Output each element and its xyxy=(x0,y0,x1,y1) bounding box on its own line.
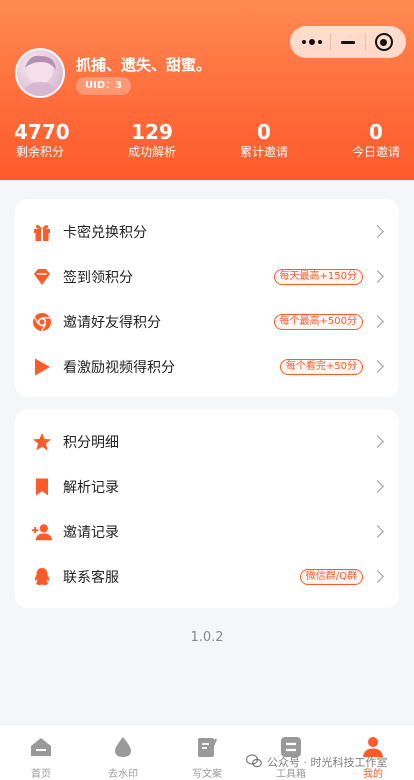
tab-home[interactable]: 首页 xyxy=(0,725,82,780)
stat-value: 0 xyxy=(257,120,271,144)
minimize-button[interactable] xyxy=(333,28,363,56)
menu-item-redeem-code[interactable]: 卡密兑换积分 xyxy=(15,209,399,254)
stat-today-invites[interactable]: 0 今日邀请 xyxy=(344,120,408,160)
stat-value: 4770 xyxy=(14,120,70,144)
reward-tag: 每个最高+500分 xyxy=(273,313,363,330)
stat-value: 129 xyxy=(131,120,173,144)
chevron-right-icon xyxy=(371,315,384,328)
stat-successful-parses[interactable]: 129 成功解析 xyxy=(120,120,184,160)
stat-value: 0 xyxy=(369,120,383,144)
close-button[interactable] xyxy=(369,28,399,56)
bookmark-icon xyxy=(31,476,53,498)
home-icon xyxy=(29,735,53,759)
watermark-text: 公众号 · 时光科技工作室 xyxy=(267,756,388,769)
menu-item-label: 签到领积分 xyxy=(63,269,133,286)
edit-icon xyxy=(195,735,219,759)
stat-label: 累计邀请 xyxy=(239,145,288,159)
chevron-right-icon xyxy=(371,480,384,493)
stat-label: 成功解析 xyxy=(127,145,176,159)
tab-label: 去水印 xyxy=(108,769,138,780)
tab-remove-watermark[interactable]: 去水印 xyxy=(82,725,164,780)
menu-item-label: 邀请记录 xyxy=(63,524,119,541)
chevron-right-icon xyxy=(371,570,384,583)
miniprogram-capsule xyxy=(290,26,406,58)
wechat-icon xyxy=(245,753,262,771)
menu-item-label: 看激励视频得积分 xyxy=(63,359,175,376)
menu-item-points-detail[interactable]: 积分明细 xyxy=(15,419,399,464)
records-menu-card: 积分明细 解析记录 邀请记录 联系客服 微信群/Q群 xyxy=(15,409,399,608)
more-dots-icon xyxy=(302,39,323,45)
wechat-watermark: 公众号 · 时光科技工作室 xyxy=(245,753,388,771)
points-menu-card: 卡密兑换积分 签到领积分 每天最高+150分 邀请好友得积分 每个最高+500分 xyxy=(15,199,399,397)
gift-icon xyxy=(31,221,53,243)
menu-item-parse-history[interactable]: 解析记录 xyxy=(15,464,399,509)
play-icon xyxy=(31,356,53,378)
capsule-divider xyxy=(365,33,367,51)
reward-tag: 每天最高+150分 xyxy=(273,268,363,285)
qq-icon xyxy=(31,566,53,588)
menu-item-label: 联系客服 xyxy=(63,569,119,586)
menu-item-watch-video[interactable]: 看激励视频得积分 每个看完+50分 xyxy=(15,344,399,389)
chevron-right-icon xyxy=(371,525,384,538)
user-name: 抓捕、遗失、甜蜜。 xyxy=(76,56,212,74)
stat-label: 今日邀请 xyxy=(351,145,400,159)
reward-tag: 每个看完+50分 xyxy=(279,358,363,375)
menu-item-label: 卡密兑换积分 xyxy=(63,224,147,241)
menu-item-label: 邀请好友得积分 xyxy=(63,314,161,331)
close-target-icon xyxy=(374,33,393,51)
chevron-right-icon xyxy=(371,225,384,238)
tab-write-copy[interactable]: 写文案 xyxy=(166,725,248,780)
capsule-divider xyxy=(329,33,331,51)
avatar[interactable] xyxy=(15,48,65,98)
stat-total-invites[interactable]: 0 累计邀请 xyxy=(232,120,296,160)
uid-badge: UID：3 xyxy=(76,77,132,95)
menu-item-contact-support[interactable]: 联系客服 微信群/Q群 xyxy=(15,554,399,599)
menu-item-invite-history[interactable]: 邀请记录 xyxy=(15,509,399,554)
bottom-tabbar: 首页 去水印 写文案 工具箱 我的 xyxy=(0,724,414,780)
menu-item-checkin[interactable]: 签到领积分 每天最高+150分 xyxy=(15,254,399,299)
drop-icon xyxy=(111,735,135,759)
menu-item-label: 解析记录 xyxy=(63,479,119,496)
tab-label: 首页 xyxy=(31,769,51,780)
chevron-right-icon xyxy=(371,360,384,373)
diamond-icon xyxy=(31,266,53,288)
stat-label: 剩余积分 xyxy=(15,145,64,159)
menu-item-label: 积分明细 xyxy=(63,434,119,451)
add-user-icon xyxy=(31,521,53,543)
contact-tag: 微信群/Q群 xyxy=(299,568,363,585)
tab-label: 写文案 xyxy=(192,769,222,780)
profile-header: 抓捕、遗失、甜蜜。 UID：3 4770 剩余积分 129 成功解析 0 累计邀… xyxy=(0,0,414,180)
star-icon xyxy=(31,431,53,453)
chevron-right-icon xyxy=(371,270,384,283)
chevron-right-icon xyxy=(371,435,384,448)
menu-item-invite-friends[interactable]: 邀请好友得积分 每个最高+500分 xyxy=(15,299,399,344)
stat-remaining-points[interactable]: 4770 剩余积分 xyxy=(14,120,70,160)
more-button[interactable] xyxy=(297,28,327,56)
chrome-icon xyxy=(31,311,53,333)
app-version: 1.0.2 xyxy=(190,630,224,645)
minimize-icon xyxy=(340,40,355,44)
